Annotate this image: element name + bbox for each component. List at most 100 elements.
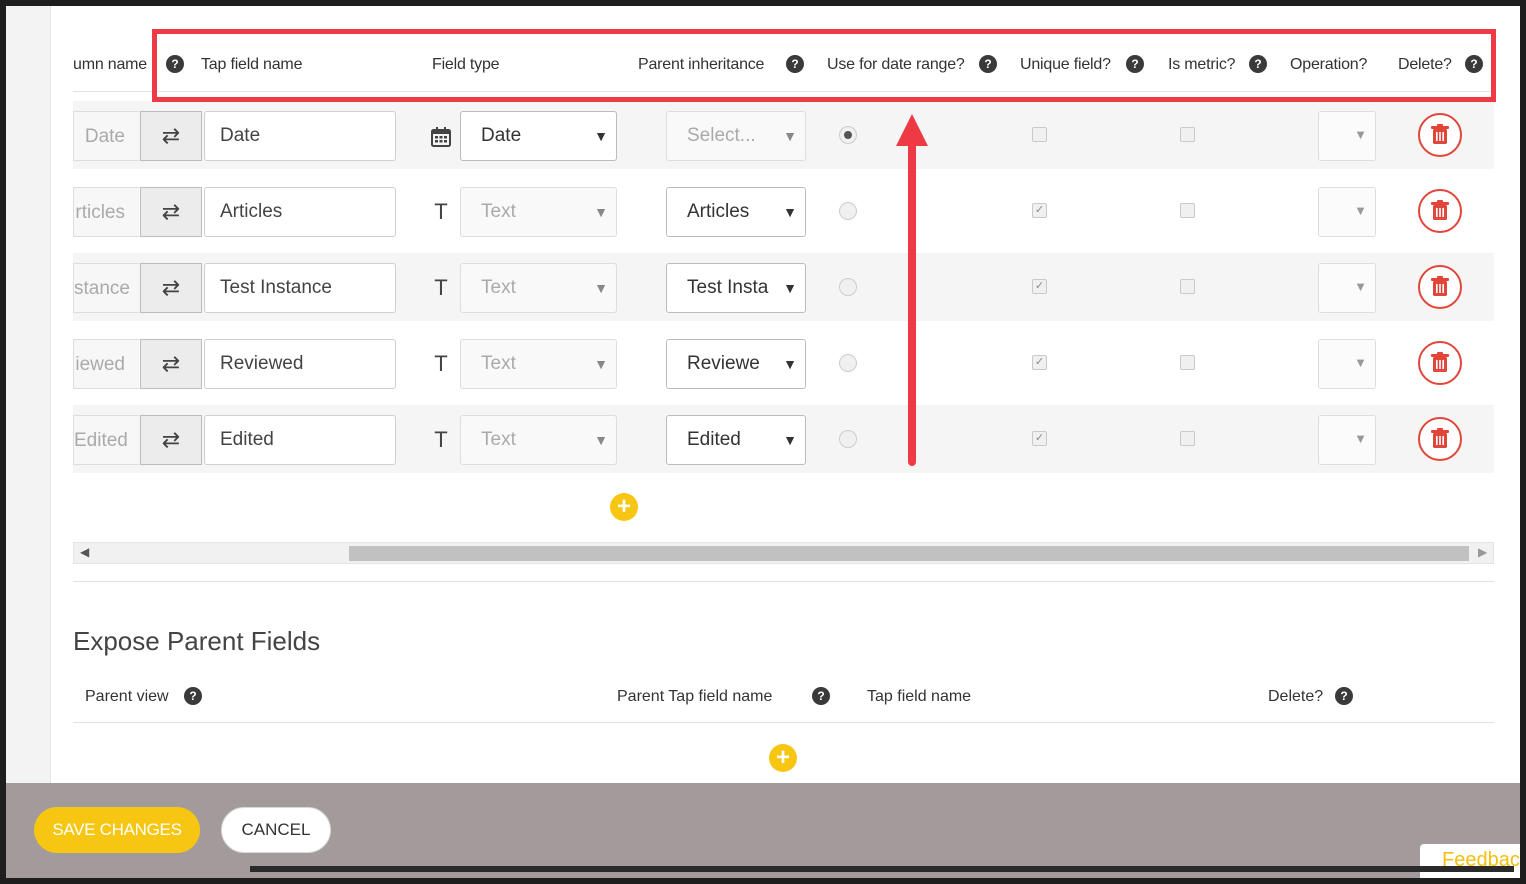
parent-inheritance-value: Test Insta	[687, 277, 769, 298]
cancel-button[interactable]: CANCEL	[221, 807, 331, 853]
parent-inheritance-select[interactable]: Test Insta ▼	[666, 263, 806, 313]
date-range-radio[interactable]	[839, 126, 857, 144]
chevron-down-icon: ▼	[1354, 279, 1367, 294]
unique-field-checkbox[interactable]: ✓	[1032, 279, 1047, 294]
field-type-value: Text	[481, 353, 516, 374]
chevron-down-icon: ▼	[590, 112, 608, 160]
parent-inheritance-select[interactable]: Edited ▼	[666, 415, 806, 465]
column-name-field[interactable]: rticles	[73, 187, 139, 237]
unique-field-checkbox[interactable]: ✓	[1032, 431, 1047, 446]
calendar-icon	[426, 111, 456, 161]
field-type-select[interactable]: Text ▼	[460, 187, 617, 237]
chevron-down-icon: ▼	[1354, 431, 1367, 446]
feedback-tab[interactable]: Feedback	[1420, 844, 1520, 878]
swap-button[interactable]: ⇄	[140, 339, 202, 389]
scroll-right-icon[interactable]: ▶	[1478, 545, 1487, 559]
date-range-radio[interactable]	[839, 202, 857, 220]
swap-button[interactable]: ⇄	[140, 187, 202, 237]
chevron-down-icon: ▼	[590, 416, 608, 464]
table-row: rticles ⇄ Articles T Text ▼ Articles ▼ ✓ ▼	[73, 177, 1494, 245]
unique-field-checkbox[interactable]: ✓	[1032, 203, 1047, 218]
delete-field-button[interactable]	[1418, 265, 1462, 309]
swap-button[interactable]: ⇄	[140, 263, 202, 313]
tap-field-name-input[interactable]: Reviewed	[204, 339, 396, 389]
header-parent-view: Parent view	[85, 688, 169, 705]
chevron-down-icon: ▼	[1354, 127, 1367, 142]
table-row: iewed ⇄ Reviewed T Text ▼ Reviewe ▼ ✓ ▼	[73, 329, 1494, 397]
is-metric-checkbox[interactable]	[1180, 279, 1195, 294]
is-metric-checkbox[interactable]	[1180, 431, 1195, 446]
unique-field-checkbox[interactable]	[1032, 127, 1047, 142]
parent-inheritance-value: Articles	[687, 201, 750, 222]
annotation-arrow	[908, 136, 916, 466]
operation-select[interactable]: ▼	[1318, 415, 1376, 465]
is-metric-checkbox[interactable]	[1180, 355, 1195, 370]
date-range-radio[interactable]	[839, 354, 857, 372]
chevron-down-icon: ▼	[779, 112, 797, 160]
date-range-radio[interactable]	[839, 430, 857, 448]
tap-field-name-input[interactable]: Articles	[204, 187, 396, 237]
chevron-down-icon: ▼	[590, 188, 608, 236]
delete-field-button[interactable]	[1418, 113, 1462, 157]
column-name-field[interactable]: Date	[73, 111, 139, 161]
expose-parent-fields-title: Expose Parent Fields	[73, 626, 321, 656]
text-icon: T	[434, 199, 448, 224]
unique-field-checkbox[interactable]: ✓	[1032, 355, 1047, 370]
trash-icon	[1420, 267, 1460, 312]
chevron-down-icon: ▼	[590, 340, 608, 388]
is-metric-checkbox[interactable]	[1180, 203, 1195, 218]
parent-inheritance-select[interactable]: Articles ▼	[666, 187, 806, 237]
header-expose-tap-field-name: Tap field name	[867, 688, 972, 705]
add-parent-field-button[interactable]: +	[769, 744, 797, 772]
delete-field-button[interactable]	[1418, 417, 1462, 461]
column-name-field[interactable]: Edited	[73, 415, 139, 465]
tap-field-name-input[interactable]: Date	[204, 111, 396, 161]
field-type-value: Text	[481, 201, 516, 222]
header-expose-delete: Delete?	[1268, 688, 1324, 705]
save-changes-button[interactable]: SAVE CHANGES	[34, 807, 200, 853]
parent-inheritance-select[interactable]: Select... ▼	[666, 111, 806, 161]
app-frame: umn name ? Tap field name Field type Par…	[6, 6, 1520, 878]
header-parent-tap-field-name: Parent Tap field name	[617, 688, 773, 705]
scrollbar-thumb[interactable]	[349, 546, 1469, 561]
operation-select[interactable]: ▼	[1318, 339, 1376, 389]
text-icon: T	[434, 275, 448, 300]
chevron-down-icon: ▼	[779, 188, 797, 236]
delete-field-button[interactable]	[1418, 341, 1462, 385]
table-row: stance ⇄ Test Instance T Text ▼ Test Insta ▼ ✓ ▼	[73, 253, 1494, 321]
operation-select[interactable]: ▼	[1318, 263, 1376, 313]
bottom-strip	[250, 866, 1514, 872]
help-icon[interactable]: ?	[184, 687, 202, 705]
horizontal-scrollbar[interactable]: ◀ ▶	[73, 542, 1494, 564]
column-name-field[interactable]: iewed	[73, 339, 139, 389]
operation-select[interactable]: ▼	[1318, 187, 1376, 237]
tap-field-name-input[interactable]: Test Instance	[204, 263, 396, 313]
chevron-down-icon: ▼	[1354, 355, 1367, 370]
parent-inheritance-select[interactable]: Reviewe ▼	[666, 339, 806, 389]
annotation-highlight-box	[152, 29, 1496, 102]
swap-button[interactable]: ⇄	[140, 111, 202, 161]
swap-button[interactable]: ⇄	[140, 415, 202, 465]
parent-inheritance-value: Edited	[687, 429, 741, 450]
field-type-select[interactable]: Text ▼	[460, 263, 617, 313]
action-footer: SAVE CHANGES CANCEL Feedback	[6, 783, 1520, 878]
operation-select[interactable]: ▼	[1318, 111, 1376, 161]
field-type-select[interactable]: Date ▼	[460, 111, 617, 161]
table-row: Date ⇄ Date Date ▼ Select... ▼ ▼	[73, 101, 1494, 169]
delete-field-button[interactable]	[1418, 189, 1462, 233]
help-icon[interactable]: ?	[812, 687, 830, 705]
date-range-radio[interactable]	[839, 278, 857, 296]
trash-icon	[1420, 419, 1460, 464]
field-type-select[interactable]: Text ▼	[460, 339, 617, 389]
column-name-field[interactable]: stance	[73, 263, 139, 313]
chevron-down-icon: ▼	[779, 264, 797, 312]
help-icon[interactable]: ?	[1335, 687, 1353, 705]
text-icon: T	[434, 427, 448, 452]
tap-field-name-input[interactable]: Edited	[204, 415, 396, 465]
field-type-select[interactable]: Text ▼	[460, 415, 617, 465]
parent-inheritance-value: Select...	[687, 125, 756, 146]
add-field-button[interactable]: +	[610, 493, 638, 521]
chevron-down-icon: ▼	[1354, 203, 1367, 218]
scroll-left-icon[interactable]: ◀	[80, 545, 89, 559]
is-metric-checkbox[interactable]	[1180, 127, 1195, 142]
